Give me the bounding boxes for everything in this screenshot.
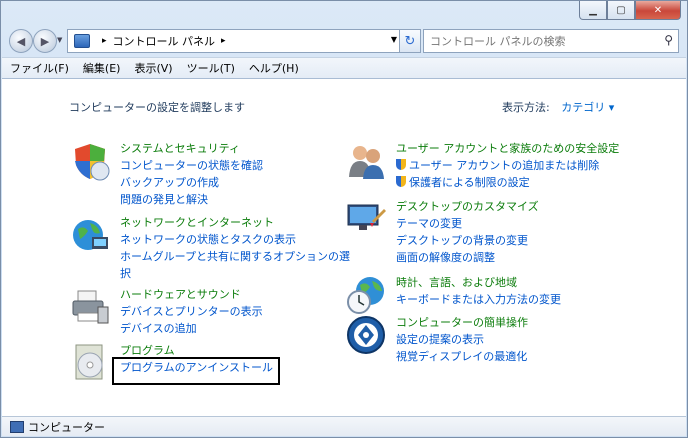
- search-input[interactable]: [424, 30, 652, 53]
- view-by-dropdown[interactable]: カテゴリ ▾: [561, 101, 614, 114]
- breadcrumb-control-panel[interactable]: コントロール パネル: [113, 33, 216, 49]
- menu-tools[interactable]: ツール(T): [179, 60, 241, 76]
- link-network-status-tasks[interactable]: ネットワークの状態とタスクの表示: [120, 231, 350, 248]
- category-title[interactable]: システムとセキュリティ: [120, 141, 350, 157]
- link-find-fix-problems[interactable]: 問題の発見と解決: [120, 191, 350, 208]
- shield-icon: [75, 144, 110, 181]
- back-arrow-icon: ◀: [16, 34, 26, 48]
- programs-icon: [75, 344, 103, 380]
- link-add-remove-accounts[interactable]: ユーザー アカウントの追加または削除: [396, 157, 626, 174]
- breadcrumb-chevron-icon[interactable]: ▸: [221, 36, 226, 46]
- minimize-button[interactable]: ▁: [579, 1, 607, 20]
- menu-bar: ファイル(F) 編集(E) 表示(V) ツール(T) ヘルプ(H): [2, 57, 686, 78]
- link-adjust-resolution[interactable]: 画面の解像度の調整: [396, 249, 626, 266]
- printer-icon: [72, 290, 109, 324]
- window: ▁ ▢ ✕ ◀ ▶ ▼ ▸ コントロール パネル ▸ ▼ ↻ ⚲ ファイル(F)…: [0, 0, 688, 438]
- link-optimize-display[interactable]: 視覚ディスプレイの最適化: [396, 348, 626, 365]
- category-title[interactable]: ハードウェアとサウンド: [120, 287, 350, 303]
- status-bar: コンピューター: [2, 416, 686, 436]
- menu-help[interactable]: ヘルプ(H): [241, 60, 305, 76]
- view-by: 表示方法: カテゴリ ▾: [502, 99, 614, 115]
- link-check-computer-status[interactable]: コンピューターの状態を確認: [120, 157, 350, 174]
- clock-globe-icon: [347, 277, 384, 314]
- menu-edit[interactable]: 編集(E): [75, 60, 127, 76]
- link-devices-printers[interactable]: デバイスとプリンターの表示: [120, 303, 350, 320]
- refresh-button[interactable]: ↻: [399, 29, 421, 53]
- close-button[interactable]: ✕: [635, 1, 681, 20]
- status-text: コンピューター: [28, 420, 105, 434]
- category-title[interactable]: 時計、言語、および地域: [396, 275, 626, 291]
- recent-pages-dropdown-icon[interactable]: ▼: [57, 36, 62, 44]
- search-box[interactable]: ⚲: [423, 29, 679, 53]
- address-row: ◀ ▶ ▼ ▸ コントロール パネル ▸ ▼ ↻ ⚲: [9, 28, 679, 54]
- menu-view[interactable]: 表示(V): [126, 60, 178, 76]
- menu-file[interactable]: ファイル(F): [2, 60, 75, 76]
- forward-arrow-icon: ▶: [40, 34, 50, 48]
- highlight-box: [112, 357, 280, 385]
- category-title[interactable]: ユーザー アカウントと家族のための安全設定: [396, 141, 626, 157]
- category-title[interactable]: ネットワークとインターネット: [120, 215, 350, 231]
- desktop-icon: [347, 204, 386, 230]
- link-change-theme[interactable]: テーマの変更: [396, 215, 626, 232]
- category-title[interactable]: デスクトップのカスタマイズ: [396, 199, 626, 215]
- refresh-icon: ↻: [404, 33, 416, 49]
- link-homegroup-sharing[interactable]: ホームグループと共有に関するオプションの選択: [120, 248, 350, 282]
- link-create-backup[interactable]: バックアップの作成: [120, 174, 350, 191]
- forward-button[interactable]: ▶: [33, 29, 57, 53]
- link-change-background[interactable]: デスクトップの背景の変更: [396, 232, 626, 249]
- link-parental-controls[interactable]: 保護者による制限の設定: [396, 174, 626, 191]
- back-button[interactable]: ◀: [9, 29, 33, 53]
- link-change-keyboard[interactable]: キーボードまたは入力方法の変更: [396, 291, 626, 308]
- maximize-button[interactable]: ▢: [607, 1, 635, 20]
- search-icon[interactable]: ⚲: [664, 33, 673, 47]
- address-dropdown-icon[interactable]: ▼: [391, 35, 397, 44]
- caption-buttons: ▁ ▢ ✕: [579, 1, 681, 20]
- category-title[interactable]: コンピューターの簡単操作: [396, 315, 626, 331]
- link-suggested-settings[interactable]: 設定の提案の表示: [396, 331, 626, 348]
- view-by-label: 表示方法:: [502, 101, 550, 114]
- link-add-device[interactable]: デバイスの追加: [120, 320, 350, 337]
- network-globe-icon: [73, 220, 108, 250]
- control-panel-icon: [74, 34, 90, 48]
- page-heading: コンピューターの設定を調整します: [69, 101, 245, 114]
- content-pane: コンピューターの設定を調整します 表示方法: カテゴリ ▾ システムとセキュリテ…: [2, 78, 686, 417]
- users-icon: [349, 146, 384, 179]
- address-bar[interactable]: ▸ コントロール パネル ▸ ▼: [67, 29, 404, 53]
- ease-of-access-icon: [347, 316, 385, 354]
- breadcrumb-chevron-icon[interactable]: ▸: [102, 36, 107, 46]
- computer-icon: [10, 420, 24, 433]
